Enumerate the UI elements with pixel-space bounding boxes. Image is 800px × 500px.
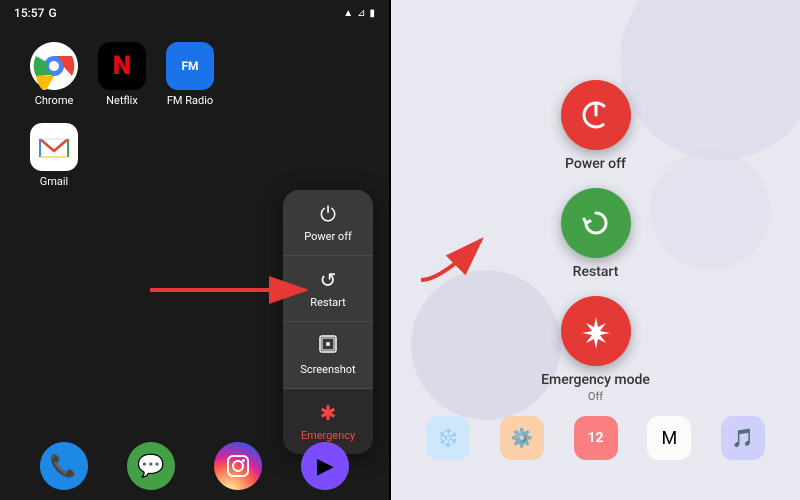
restart-icon: ↺: [320, 268, 337, 292]
poweroff-icon: ⏻: [320, 202, 336, 226]
time-display: 15:57: [14, 6, 44, 20]
power-menu-screenshot[interactable]: Screenshot: [283, 322, 373, 389]
dock-phone[interactable]: 📞: [40, 442, 88, 490]
fmradio-label: FM Radio: [167, 94, 213, 107]
status-right: ▲ ⊿ ▮: [343, 8, 375, 19]
screenshot-icon: [318, 334, 338, 359]
status-left: 15:57 G: [14, 6, 57, 20]
right-arrow-container: [411, 230, 511, 294]
signal-icon: ▲: [343, 8, 353, 19]
right-restart-button[interactable]: [561, 188, 631, 258]
right-restart-label: Restart: [573, 264, 619, 280]
dock-instagram[interactable]: [214, 442, 262, 490]
emergency-label: Emergency: [301, 429, 355, 442]
left-arrow-container: [140, 270, 320, 310]
dock-messages[interactable]: 💬: [127, 442, 175, 490]
right-bottom-apps: ❄️ ⚙️ 12 M 🎵: [391, 416, 800, 460]
bottom-app-music[interactable]: 🎵: [721, 416, 765, 460]
chrome-icon-img: [30, 42, 78, 90]
power-menu: ⏻ Power off ↺ Restart Screenshot ✱ Emerg…: [283, 190, 373, 454]
right-emergency-option[interactable]: Emergency mode Off: [541, 296, 650, 403]
fmradio-icon-img: FM: [166, 42, 214, 90]
power-menu-poweroff[interactable]: ⏻ Power off: [283, 190, 373, 256]
carrier-indicator: G: [48, 6, 56, 20]
left-panel: 15:57 G ▲ ⊿ ▮ Chrome: [0, 0, 389, 500]
gmail-icon-img: [30, 123, 78, 171]
right-poweroff-option[interactable]: Power off: [561, 80, 631, 172]
gmail-label: Gmail: [40, 175, 68, 188]
right-poweroff-label: Power off: [565, 156, 626, 172]
screenshot-label: Screenshot: [300, 363, 355, 376]
bottom-app-snowflake[interactable]: ❄️: [426, 416, 470, 460]
emergency-icon: ✱: [320, 401, 337, 425]
left-red-arrow: [140, 270, 320, 310]
battery-icon: ▮: [370, 8, 376, 19]
poweroff-label: Power off: [304, 230, 352, 243]
netflix-label: Netflix: [106, 94, 138, 107]
bottom-dock: 📞 💬 ▶: [0, 442, 389, 490]
bottom-app-calendar[interactable]: 12: [574, 416, 618, 460]
bottom-app-mail[interactable]: M: [647, 416, 691, 460]
right-restart-option[interactable]: Restart: [561, 188, 631, 280]
netflix-icon-img: N: [98, 42, 146, 90]
app-icon-gmail[interactable]: Gmail: [30, 123, 78, 188]
right-emergency-label: Emergency mode: [541, 372, 650, 388]
dock-assistant[interactable]: ▶: [301, 442, 349, 490]
right-panel: Power off Restart Emergency mode Off: [391, 0, 800, 500]
app-icon-netflix[interactable]: N Netflix: [98, 42, 146, 107]
app-icon-fmradio[interactable]: FM FM Radio: [166, 42, 214, 107]
app-grid-row1: Chrome N Netflix FM FM Radio: [0, 26, 389, 123]
right-poweroff-button[interactable]: [561, 80, 631, 150]
bottom-app-settings[interactable]: ⚙️: [500, 416, 544, 460]
right-emergency-button[interactable]: [561, 296, 631, 366]
wifi-icon: ⊿: [357, 8, 365, 19]
app-icon-chrome[interactable]: Chrome: [30, 42, 78, 107]
right-emergency-sublabel: Off: [588, 390, 603, 403]
chrome-label: Chrome: [35, 94, 74, 107]
status-bar: 15:57 G ▲ ⊿ ▮: [0, 0, 389, 26]
right-red-arrow: [411, 230, 511, 290]
